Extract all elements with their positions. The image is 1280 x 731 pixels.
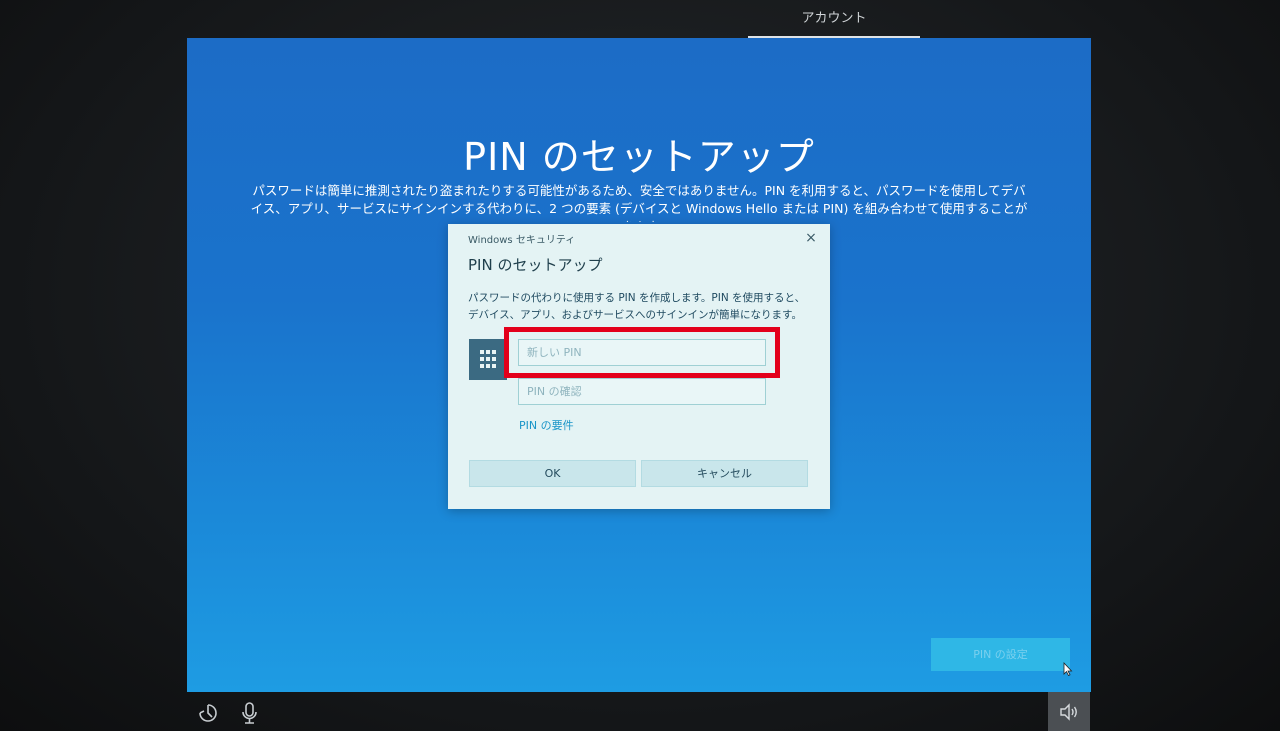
dialog-caption: Windows セキュリティ (468, 235, 576, 246)
tab-account[interactable]: アカウント (748, 0, 920, 38)
close-icon[interactable]: × (800, 228, 822, 248)
dialog-description: パスワードの代わりに使用する PIN を作成します。PIN を使用すると、デバイ… (468, 292, 806, 321)
ease-of-access-icon[interactable] (195, 700, 221, 726)
microphone-icon[interactable] (237, 700, 263, 726)
confirm-pin-input[interactable] (518, 378, 766, 405)
monitor-frame: アカウント PIN のセットアップ パスワードは簡単に推測されたり盗まれたりする… (0, 0, 1280, 731)
mouse-cursor-icon (1063, 662, 1073, 676)
pin-requirements-link[interactable]: PIN の要件 (519, 417, 574, 433)
page-description: パスワードは簡単に推測されたり盗まれたりする可能性があるため、安全ではありません… (250, 183, 1028, 222)
setup-pin-button[interactable]: PIN の設定 (931, 638, 1070, 671)
page-title: PIN のセットアップ (463, 135, 815, 179)
cancel-button[interactable]: キャンセル (641, 460, 808, 487)
keypad-icon (469, 339, 507, 380)
dialog-title: PIN のセットアップ (468, 256, 603, 274)
ok-button[interactable]: OK (469, 460, 636, 487)
volume-icon (1060, 703, 1077, 721)
highlight-box (504, 327, 780, 378)
volume-button[interactable] (1048, 692, 1090, 731)
